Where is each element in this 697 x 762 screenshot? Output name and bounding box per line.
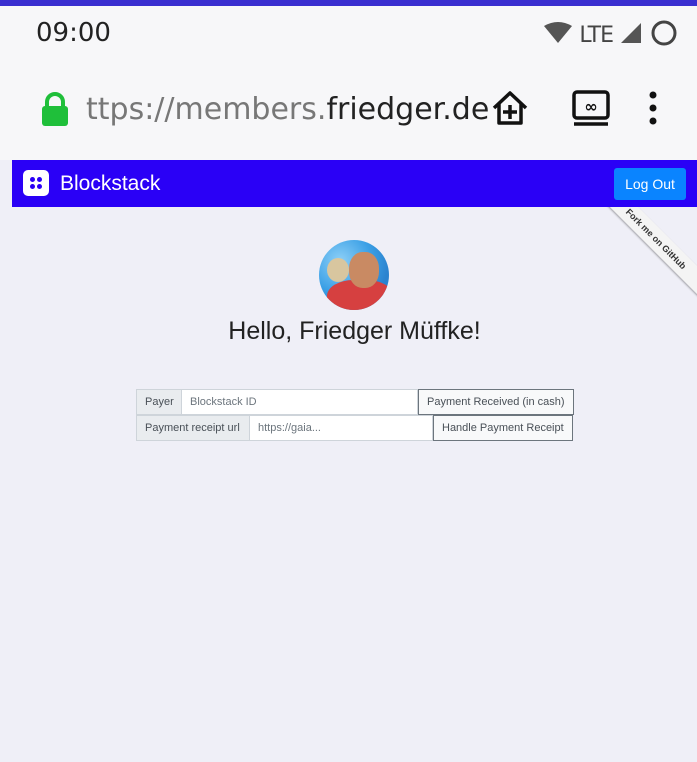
- wifi-icon: [543, 22, 573, 49]
- payment-received-button[interactable]: Payment Received (in cash): [418, 389, 574, 415]
- github-ribbon[interactable]: Fork me on GitHub: [587, 207, 697, 317]
- lock-icon: [38, 92, 72, 131]
- github-ribbon-label[interactable]: Fork me on GitHub: [595, 207, 697, 300]
- status-bar: 09:00 LTE: [0, 6, 697, 66]
- receipt-form: Payment receipt url https://gaia... Hand…: [136, 415, 573, 441]
- payer-label: Payer: [136, 389, 182, 415]
- web-page: Blockstack Log Out Fork me on GitHub Hel…: [12, 160, 697, 762]
- add-to-home-icon[interactable]: [484, 82, 536, 134]
- more-menu-icon[interactable]: [638, 82, 668, 134]
- url-host: friedger.de: [326, 92, 490, 127]
- browser-address-bar: ttps://members.friedger.de ∞: [0, 66, 697, 160]
- brand-name[interactable]: Blockstack: [60, 172, 160, 196]
- status-time: 09:00: [36, 18, 111, 48]
- navbar: Blockstack Log Out: [12, 160, 697, 207]
- avatar: [319, 240, 389, 310]
- blockstack-logo-icon[interactable]: [23, 170, 49, 196]
- network-type-label: LTE: [579, 23, 614, 48]
- payer-form: Payer Blockstack ID Payment Received (in…: [136, 389, 574, 415]
- receipt-label: Payment receipt url: [136, 415, 250, 441]
- payer-input[interactable]: Blockstack ID: [182, 389, 418, 415]
- logout-button[interactable]: Log Out: [614, 168, 686, 200]
- battery-icon: [649, 18, 679, 53]
- url-field[interactable]: ttps://members.friedger.de: [86, 92, 489, 127]
- signal-icon: [619, 21, 643, 50]
- receipt-url-input[interactable]: https://gaia...: [250, 415, 433, 441]
- handle-payment-receipt-button[interactable]: Handle Payment Receipt: [433, 415, 573, 441]
- tabs-icon[interactable]: ∞: [565, 82, 617, 134]
- svg-text:∞: ∞: [584, 97, 597, 116]
- greeting-heading: Hello, Friedger Müffke!: [228, 317, 481, 345]
- url-prefix: ttps://members.: [86, 92, 327, 127]
- status-icons: LTE: [543, 18, 679, 53]
